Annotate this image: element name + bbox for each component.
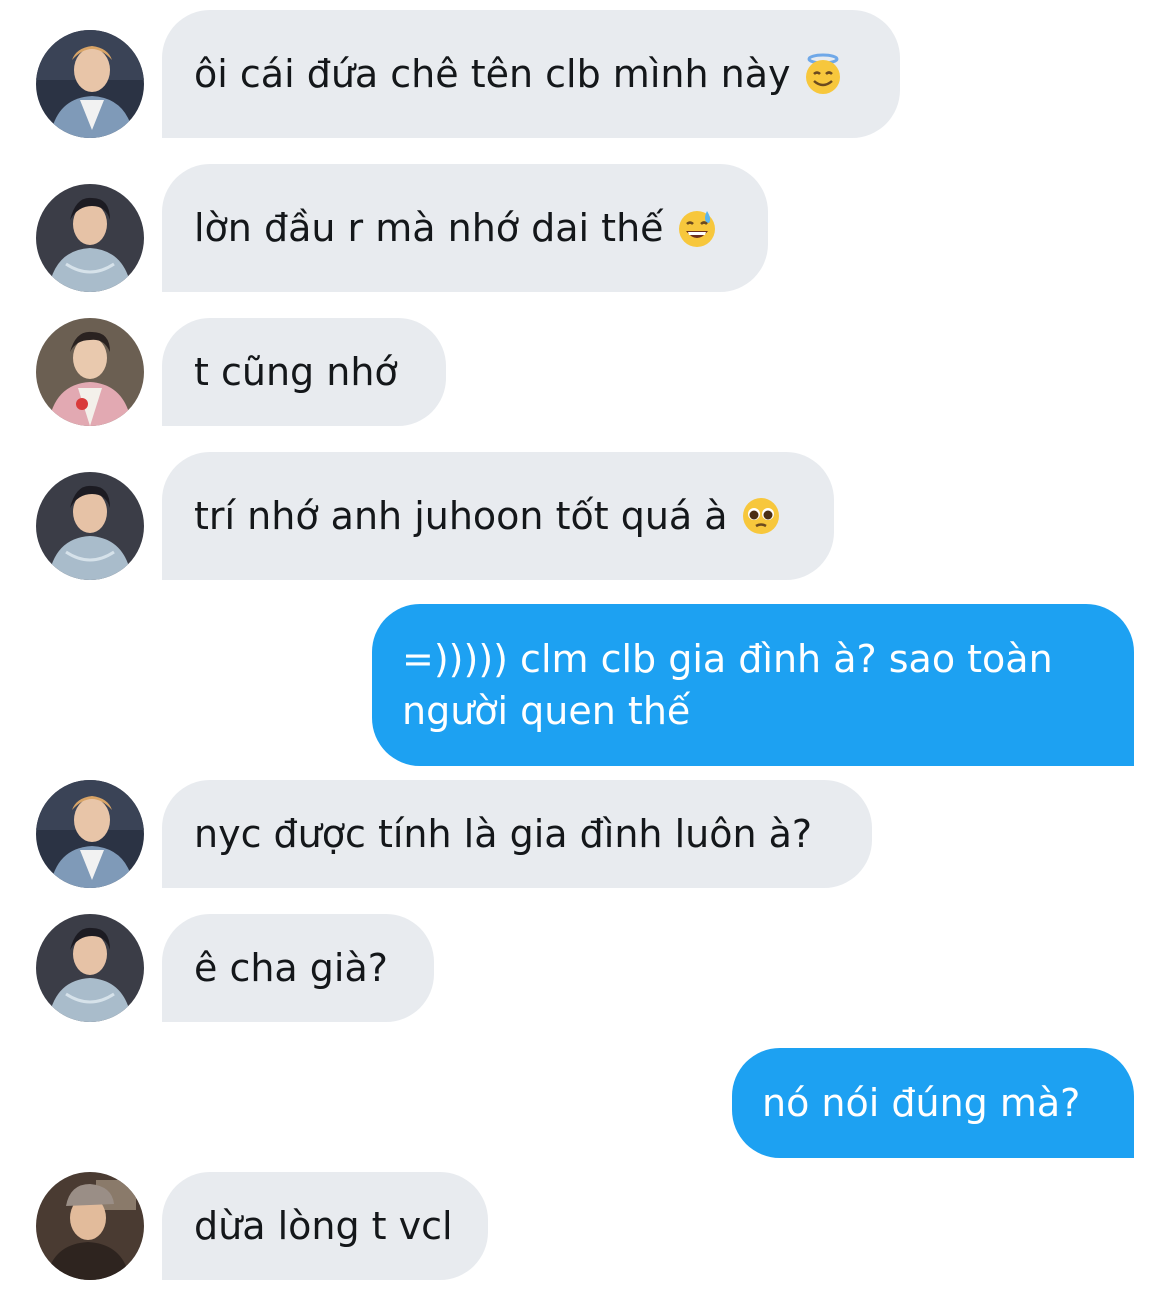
message-bubble-incoming[interactable]: nyc được tính là gia đình luôn à? <box>162 780 872 888</box>
pleading-face-icon <box>740 495 782 537</box>
avatar-user-a[interactable] <box>36 30 144 138</box>
message-bubble-outgoing[interactable]: nó nói đúng mà? <box>732 1048 1134 1158</box>
message-text: ê cha già? <box>194 946 388 990</box>
message-bubble-incoming[interactable]: dừa lòng t vcl <box>162 1172 488 1280</box>
avatar-user-c[interactable] <box>36 318 144 426</box>
message-bubble-incoming[interactable]: lờn đầu r mà nhớ dai thế <box>162 164 768 292</box>
smiling-face-with-halo-icon <box>802 53 844 95</box>
avatar-user-b[interactable] <box>36 914 144 1022</box>
avatar-user-d[interactable] <box>36 1172 144 1280</box>
message-bubble-incoming[interactable]: ê cha già? <box>162 914 434 1022</box>
message-text: =))))) clm clb gia đình à? sao toàn ngườ… <box>402 637 1053 733</box>
message-text: nyc được tính là gia đình luôn à? <box>194 812 813 856</box>
message-text: dừa lòng t vcl <box>194 1204 453 1248</box>
message-bubble-incoming[interactable]: t cũng nhớ <box>162 318 446 426</box>
message-text: trí nhớ anh juhoon tốt quá à <box>194 494 728 538</box>
message-bubble-incoming[interactable]: ôi cái đứa chê tên clb mình này <box>162 10 900 138</box>
message-text: lờn đầu r mà nhớ dai thế <box>194 206 664 250</box>
message-text: ôi cái đứa chê tên clb mình này <box>194 52 791 96</box>
avatar-user-a[interactable] <box>36 780 144 888</box>
message-text: t cũng nhớ <box>194 350 398 394</box>
message-text: nó nói đúng mà? <box>762 1081 1081 1125</box>
grinning-face-with-sweat-icon <box>676 207 718 249</box>
avatar-user-b[interactable] <box>36 472 144 580</box>
message-bubble-incoming[interactable]: trí nhớ anh juhoon tốt quá à <box>162 452 834 580</box>
avatar-user-b[interactable] <box>36 184 144 292</box>
message-bubble-outgoing[interactable]: =))))) clm clb gia đình à? sao toàn ngườ… <box>372 604 1134 766</box>
